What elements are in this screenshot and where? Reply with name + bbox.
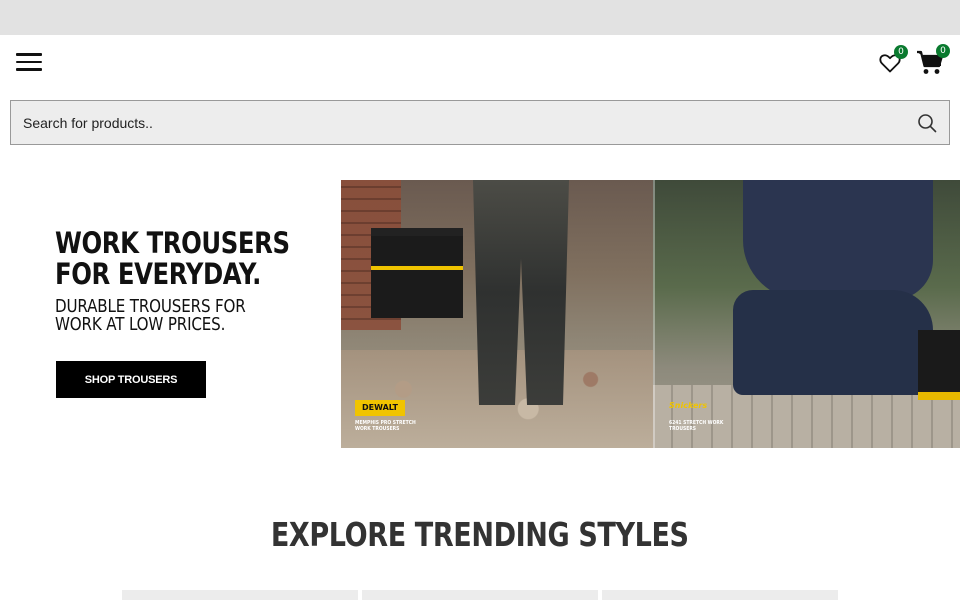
hero-text-block: WORK TROUSERS FOR EVERYDAY. DURABLE TROU… <box>55 228 335 334</box>
search-bar <box>10 100 950 145</box>
work-trousers-graphic <box>733 290 933 395</box>
left-product-caption: MEMPHIS PRO STRETCH WORK TROUSERS <box>355 420 416 432</box>
hero-title-line: WORK TROUSERS <box>55 226 290 260</box>
trending-card[interactable] <box>122 590 358 600</box>
menu-line <box>16 60 42 64</box>
menu-line <box>16 68 42 71</box>
search-input[interactable] <box>11 101 901 144</box>
toolbox-graphic <box>371 228 463 318</box>
trending-title-text: EXPLORE TRENDING STYLES <box>271 515 689 554</box>
shop-trousers-button[interactable]: SHOP TROUSERS <box>56 361 206 398</box>
cart-count-badge: 0 <box>936 44 950 58</box>
trending-section-title: EXPLORE TRENDING STYLES <box>0 515 960 555</box>
worker-jacket-graphic <box>743 180 933 300</box>
right-product-caption: 6241 STRETCH WORK TROUSERS <box>669 420 724 432</box>
hero-title: WORK TROUSERS FOR EVERYDAY. <box>55 228 341 290</box>
wishlist-button[interactable]: 0 <box>878 45 908 75</box>
site-header: 0 0 <box>0 35 960 91</box>
image-divider <box>653 180 655 448</box>
wishlist-count-badge: 0 <box>894 45 908 59</box>
snickers-logo: Snickers <box>669 401 708 410</box>
cart-button[interactable]: 0 <box>916 44 950 76</box>
hero-image[interactable]: DEWALT MEMPHIS PRO STRETCH WORK TROUSERS… <box>341 180 960 448</box>
hero-image-left-panel: DEWALT MEMPHIS PRO STRETCH WORK TROUSERS <box>341 180 653 448</box>
hamburger-menu-icon[interactable] <box>16 53 42 73</box>
trending-card[interactable] <box>602 590 838 600</box>
top-announcement-bar <box>0 0 960 35</box>
hero-title-line: FOR EVERYDAY. <box>55 257 261 291</box>
search-icon[interactable] <box>917 113 937 133</box>
toolbox-band <box>371 266 463 270</box>
menu-line <box>16 53 42 56</box>
hero-subtitle: DURABLE TROUSERS FOR WORK AT LOW PRICES. <box>55 298 307 334</box>
trending-card[interactable] <box>362 590 598 600</box>
work-boot-graphic <box>918 330 960 400</box>
dewalt-logo: DEWALT <box>355 400 405 416</box>
hero-subtitle-line: WORK AT LOW PRICES. <box>55 314 226 335</box>
